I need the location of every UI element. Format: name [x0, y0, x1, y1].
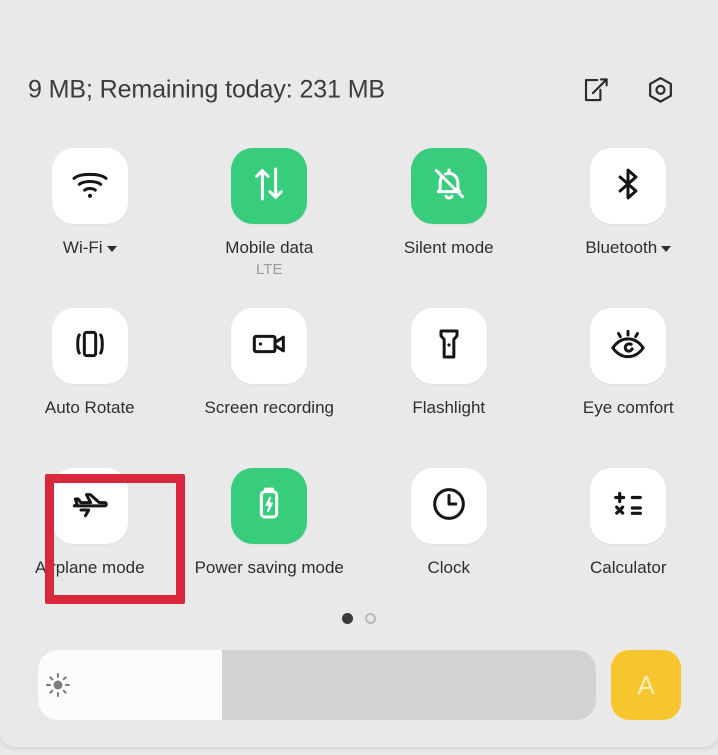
brightness-row: A — [0, 650, 718, 720]
tile-row: Wi-Fi Mobile data LTE Silent mode Blueto… — [0, 148, 718, 308]
tile-mobile-data[interactable]: Mobile data LTE — [180, 148, 360, 308]
edit-icon[interactable] — [579, 73, 613, 107]
auto-rotate-icon — [70, 324, 110, 369]
battery-bolt-icon — [249, 484, 289, 529]
page-dot[interactable] — [365, 613, 376, 624]
auto-brightness-label: A — [637, 670, 655, 700]
tile-eye-comfort[interactable]: Eye comfort — [539, 308, 718, 468]
tile-icon-container[interactable] — [590, 308, 667, 384]
tile-sublabel: LTE — [256, 261, 283, 278]
quick-settings-panel: 9 MB; Remaining today: 231 MB Wi-Fi Mobi… — [0, 0, 718, 747]
tile-icon-container[interactable] — [51, 148, 128, 224]
tile-power-saving-mode[interactable]: Power saving mode — [180, 468, 360, 628]
tile-silent-mode[interactable]: Silent mode — [359, 148, 539, 308]
settings-hexagon-icon[interactable] — [643, 73, 677, 107]
tile-icon-container[interactable] — [410, 308, 487, 384]
video-camera-icon — [249, 324, 289, 369]
chevron-down-icon[interactable] — [661, 246, 672, 252]
page-indicator — [0, 613, 718, 624]
brightness-slider[interactable] — [38, 650, 596, 720]
tile-label: Wi-Fi — [63, 238, 117, 258]
sun-brightness-icon — [42, 669, 74, 701]
tile-label: Power saving mode — [194, 558, 344, 577]
tile-label: Clock — [427, 558, 470, 577]
wifi-icon — [70, 164, 110, 209]
tile-screen-recording[interactable]: Screen recording — [180, 308, 360, 468]
tile-wifi[interactable]: Wi-Fi — [0, 148, 180, 308]
tile-calculator[interactable]: Calculator — [539, 468, 718, 628]
tile-icon-container[interactable] — [51, 308, 128, 384]
tile-auto-rotate[interactable]: Auto Rotate — [0, 308, 180, 468]
tile-icon-container[interactable] — [590, 468, 667, 544]
tile-icon-container[interactable] — [231, 308, 308, 384]
tile-bluetooth[interactable]: Bluetooth — [539, 148, 718, 308]
tile-grid: Wi-Fi Mobile data LTE Silent mode Blueto… — [0, 148, 718, 628]
data-transfer-arrows-icon — [249, 164, 289, 209]
eye-icon — [608, 324, 648, 369]
page-dot-active[interactable] — [342, 613, 353, 624]
tile-label: Auto Rotate — [44, 398, 135, 417]
tile-airplane-mode[interactable]: Airplane mode — [0, 468, 180, 628]
calculator-icon — [608, 484, 648, 529]
flashlight-icon — [429, 324, 469, 369]
tile-row: Airplane mode Power saving mode Clock Ca… — [0, 468, 718, 628]
tile-row: Auto Rotate Screen recording Flashlight … — [0, 308, 718, 468]
tile-icon-container[interactable] — [51, 468, 128, 544]
tile-label: Screen recording — [204, 398, 334, 417]
tile-icon-container[interactable] — [231, 468, 308, 544]
tile-label: Eye comfort — [582, 398, 674, 417]
tile-label: Calculator — [589, 558, 667, 577]
panel-header: 9 MB; Remaining today: 231 MB — [0, 62, 718, 118]
tile-label: Mobile data — [225, 238, 314, 257]
clock-icon — [429, 484, 469, 529]
tile-icon-container[interactable] — [410, 468, 487, 544]
bluetooth-icon — [609, 165, 647, 208]
data-usage-text: 9 MB; Remaining today: 231 MB — [28, 75, 386, 104]
tile-flashlight[interactable]: Flashlight — [359, 308, 539, 468]
tile-clock[interactable]: Clock — [359, 468, 539, 628]
tile-label: Flashlight — [412, 398, 486, 417]
tile-label: Airplane mode — [34, 558, 145, 577]
chevron-down-icon[interactable] — [106, 246, 117, 252]
airplane-icon — [70, 484, 110, 529]
bell-slash-icon — [429, 164, 469, 209]
tile-icon-container[interactable] — [590, 148, 667, 224]
tile-label: Bluetooth — [585, 238, 672, 258]
tile-label: Silent mode — [403, 238, 494, 257]
tile-icon-container[interactable] — [410, 148, 487, 224]
auto-brightness-button[interactable]: A — [611, 650, 681, 720]
tile-icon-container[interactable] — [231, 148, 308, 224]
